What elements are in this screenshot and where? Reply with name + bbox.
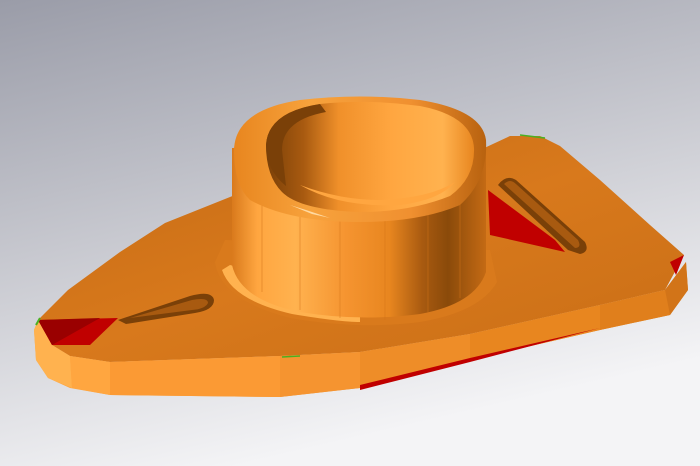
cylinder-boss (215, 96, 497, 326)
3d-viewport[interactable] (0, 0, 700, 466)
model-canvas[interactable] (0, 0, 700, 466)
edge-green-front (281, 355, 301, 358)
plate-side-facet-2 (110, 356, 280, 397)
